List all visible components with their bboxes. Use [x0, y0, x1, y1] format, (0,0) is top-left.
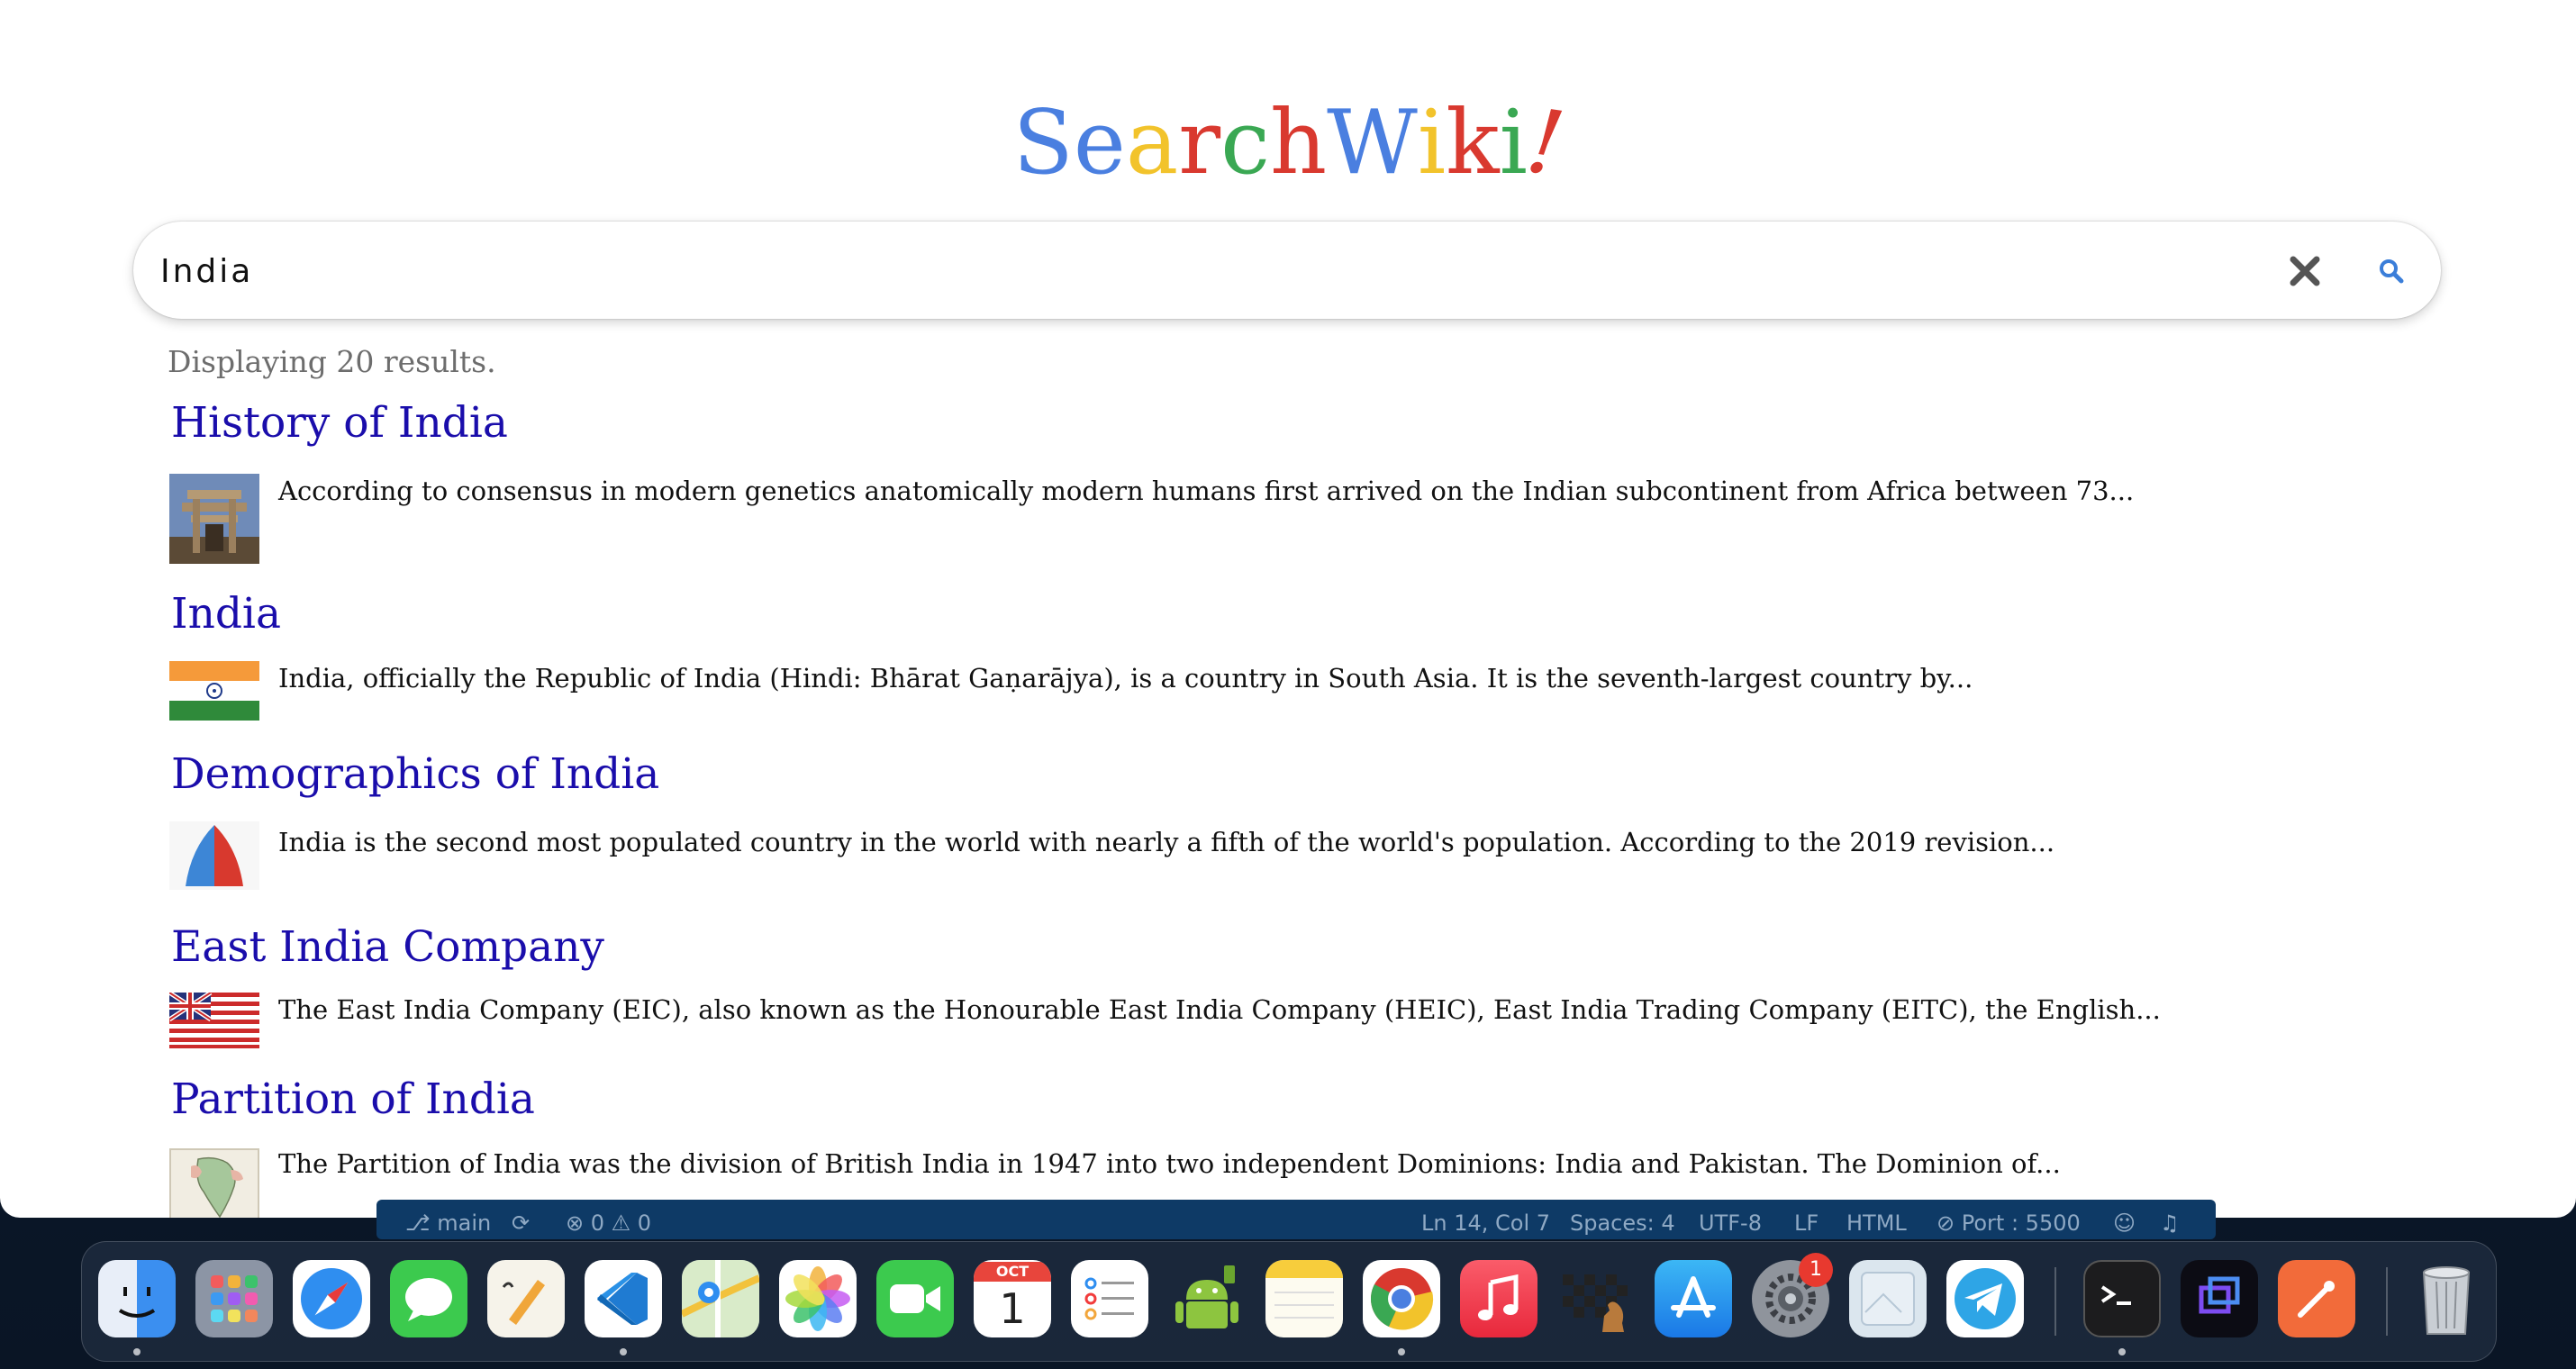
population-pyramid-image [169, 821, 259, 890]
finder-icon[interactable] [98, 1260, 176, 1337]
launchpad-icon[interactable] [195, 1260, 273, 1337]
photos-icon[interactable] [779, 1260, 857, 1337]
music-icon[interactable] [1460, 1260, 1537, 1337]
dock-separator [2386, 1267, 2388, 1336]
partition-map-image [169, 1148, 259, 1218]
logo-letter: W [1327, 92, 1418, 195]
dock-separator [2054, 1267, 2056, 1336]
app-store-icon[interactable] [1655, 1260, 1732, 1337]
running-indicator [133, 1348, 141, 1355]
messages-icon[interactable] [390, 1260, 467, 1337]
dock: OCT 1 1 [81, 1241, 2497, 1362]
facetime-icon[interactable] [876, 1260, 954, 1337]
company-flag-image [169, 993, 259, 1048]
result-title-link[interactable]: India [171, 589, 281, 639]
trash-icon[interactable] [2408, 1260, 2485, 1337]
android-icon[interactable] [1168, 1260, 1246, 1337]
result-title-link[interactable]: History of India [171, 398, 508, 448]
results-count: Displaying 20 results. [168, 344, 496, 379]
logo-letter: k [1446, 92, 1500, 195]
india-flag-image [169, 661, 259, 721]
logo-letter: S [1012, 92, 1074, 195]
logo-letter: c [1220, 92, 1270, 195]
problems-indicator[interactable]: ⊗ 0 ⚠ 0 [566, 1210, 651, 1236]
notes-icon[interactable] [1265, 1260, 1343, 1337]
reminders-icon[interactable] [1071, 1260, 1148, 1337]
bell-icon[interactable]: ♫ [2160, 1210, 2180, 1236]
language-mode[interactable]: HTML [1846, 1210, 1907, 1236]
logo-letter: i [1417, 92, 1447, 195]
stupa-gateway-image [169, 474, 259, 564]
logo-letter: e [1073, 92, 1126, 195]
vscode-icon[interactable] [585, 1260, 662, 1337]
safari-icon[interactable] [293, 1260, 370, 1337]
browser-page: SearchWiki! Displaying 20 results. Histo… [0, 0, 2576, 1218]
calendar-month: OCT [974, 1262, 1051, 1282]
telegram-icon[interactable] [1946, 1260, 2024, 1337]
calendar-icon[interactable]: OCT 1 [974, 1260, 1051, 1337]
logo-letter: r [1178, 92, 1221, 195]
postman-icon[interactable] [2278, 1260, 2355, 1337]
calendar-day: 1 [999, 1284, 1026, 1333]
running-indicator [620, 1348, 627, 1355]
close-icon [2290, 256, 2320, 286]
result-title-link[interactable]: Demographics of India [171, 749, 659, 799]
encoding[interactable]: UTF-8 [1699, 1210, 1762, 1236]
result-snippet: The East India Company (EIC), also known… [278, 994, 2161, 1025]
chrome-icon[interactable] [1363, 1260, 1440, 1337]
running-indicator [1398, 1348, 1405, 1355]
pages-icon[interactable] [487, 1260, 565, 1337]
result-snippet: The Partition of India was the division … [278, 1148, 2061, 1179]
git-branch[interactable]: ⎇ main [405, 1210, 491, 1236]
search-icon [2380, 259, 2404, 284]
result-title-link[interactable]: East India Company [171, 922, 604, 972]
end-of-line[interactable]: LF [1794, 1210, 1819, 1236]
chess-icon[interactable] [1557, 1260, 1635, 1337]
clear-search-button[interactable] [2282, 249, 2327, 294]
logo-letter: h [1270, 92, 1328, 195]
live-server-port[interactable]: ⊘ Port : 5500 [1937, 1210, 2081, 1236]
cursor-position[interactable]: Ln 14, Col 7 [1421, 1210, 1550, 1236]
result-snippet: India, officially the Republic of India … [278, 663, 1973, 694]
desktop: SearchWiki! Displaying 20 results. Histo… [0, 0, 2576, 1369]
searchwiki-logo: SearchWiki! [0, 88, 2576, 198]
terminal-icon[interactable] [2083, 1260, 2161, 1337]
search-input[interactable] [159, 240, 2279, 303]
result-snippet: India is the second most populated count… [278, 827, 2055, 857]
notification-badge: 1 [1799, 1253, 1833, 1287]
result-title-link[interactable]: Partition of India [171, 1074, 535, 1124]
screen-tool-icon[interactable] [2181, 1260, 2258, 1337]
maps-icon[interactable] [682, 1260, 759, 1337]
running-indicator [2118, 1348, 2126, 1355]
sync-icon[interactable]: ⟳ [512, 1210, 530, 1236]
logo-letter: a [1125, 92, 1179, 195]
indentation[interactable]: Spaces: 4 [1570, 1210, 1675, 1236]
accounts-icon[interactable]: ☺ [2113, 1210, 2136, 1236]
vscode-status-bar: ⎇ main ⟳ ⊗ 0 ⚠ 0 Ln 14, Col 7 Spaces: 4 … [376, 1200, 2216, 1239]
search-box [133, 222, 2441, 319]
preview-icon[interactable] [1849, 1260, 1927, 1337]
result-snippet: According to consensus in modern genetic… [278, 476, 2135, 506]
logo-letter: ! [1520, 89, 1571, 197]
search-button[interactable] [2369, 249, 2414, 294]
